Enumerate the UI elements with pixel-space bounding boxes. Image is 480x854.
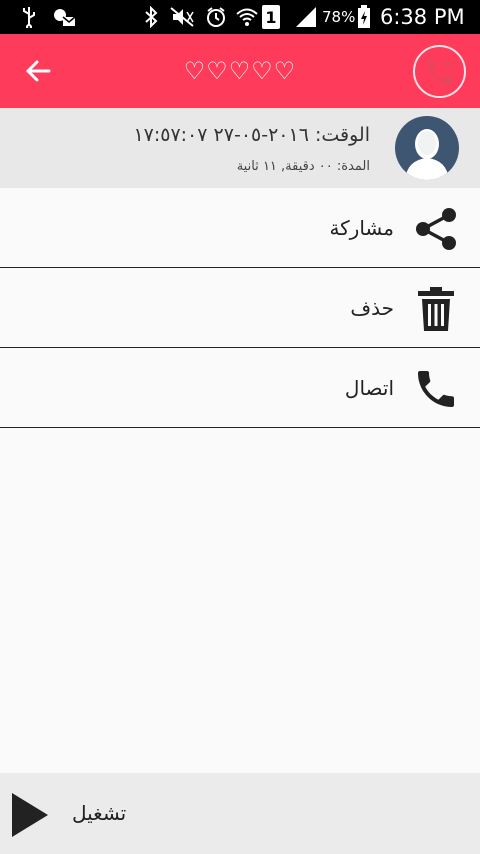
alarm-icon (204, 5, 228, 29)
share-action[interactable]: مشاركة (0, 188, 480, 268)
play-button[interactable] (10, 791, 54, 839)
call-time: الوقت: ٢٠١٦-٠٥-٢٧ ١٧:٥٧:٠٧ (133, 124, 370, 146)
status-bar: 1 78% 6:38 PM (0, 0, 480, 34)
phone-icon (410, 363, 462, 415)
call-recording-button[interactable] (413, 45, 466, 98)
player-bar: تشغيل (0, 773, 480, 854)
phone-recording-icon (426, 58, 453, 85)
arrow-back-icon (26, 60, 51, 82)
mute-icon (168, 5, 196, 29)
notification-icon (50, 5, 78, 29)
share-icon (410, 203, 462, 255)
play-label[interactable]: تشغيل (72, 773, 126, 854)
call-action[interactable]: اتصال (0, 348, 480, 428)
battery-charging-icon (356, 5, 372, 29)
bluetooth-icon (142, 5, 160, 29)
person-icon (405, 129, 449, 180)
share-label: مشاركة (329, 216, 394, 240)
call-duration: المدة: ٠٠ دقيقة, ١١ ثانية (236, 159, 370, 174)
battery-percent: 78% (322, 8, 356, 26)
sim-slot-badge: 1 (262, 5, 280, 29)
app-title: ♡♡♡♡♡ (183, 57, 297, 85)
avatar (395, 116, 459, 180)
call-info-header: الوقت: ٢٠١٦-٠٥-٢٧ ١٧:٥٧:٠٧ المدة: ٠٠ دقي… (0, 108, 480, 188)
status-time: 6:38 PM (380, 5, 465, 29)
usb-icon (18, 5, 40, 29)
signal-icon (294, 5, 318, 29)
delete-label: حذف (350, 296, 394, 320)
back-button[interactable] (18, 51, 58, 91)
wifi-icon (234, 5, 260, 29)
call-label: اتصال (344, 376, 394, 400)
app-bar: ♡♡♡♡♡ (0, 34, 480, 108)
trash-icon (410, 283, 462, 335)
delete-action[interactable]: حذف (0, 268, 480, 348)
play-icon (12, 793, 48, 837)
